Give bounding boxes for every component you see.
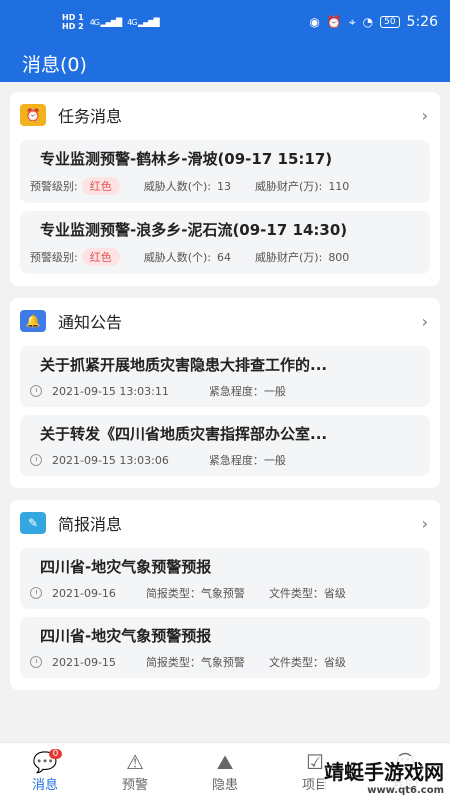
brief-date: 2021-09-15 — [52, 655, 116, 669]
message-list[interactable]: ⏰ 任务消息 › 专业监测预警-鹤林乡-滑坡(09-17 15:17) 预警级别… — [10, 92, 440, 742]
notice-item-title: 关于抓紧开展地质灾害隐患大排查工作的... — [40, 356, 328, 374]
task-message-title: 任务消息 — [58, 107, 123, 126]
clock-icon — [30, 587, 42, 599]
watermark: 靖蜓手游戏网 www.qt6.com — [324, 756, 444, 796]
signal-1: 4G ▂▄▆█ — [89, 17, 122, 27]
notice-time: 2021-09-15 13:03:06 — [52, 453, 169, 467]
property-label: 威胁财产(万): — [255, 251, 323, 264]
notice-item-meta: 2021-09-15 13:03:11 紧急程度：一般 — [30, 383, 420, 399]
hd2-label: HD 2 — [62, 22, 84, 31]
signal-2: 4G ▂▄▆█ — [127, 17, 159, 27]
page-title: 消息(0) — [22, 53, 87, 76]
brief-item-title: 四川省-地灾气象预警预报 — [40, 627, 212, 645]
status-left: HD 1 HD 2 4G ▂▄▆█ 4G ▂▄▆█ — [62, 13, 160, 31]
bottom-tab-bar: 💬 0 消息 ⚠ 预警 ⛰ 隐患 ☑ 项目 ☺ 我的 靖蜓手游戏网 www.qt… — [0, 742, 450, 800]
chevron-right-icon[interactable]: › — [422, 514, 428, 533]
location-icon: ⌖ — [348, 14, 356, 29]
file-type: 文件类型：省级 — [268, 587, 346, 600]
chevron-right-icon[interactable]: › — [422, 312, 428, 331]
urgency: 紧急程度：一般 — [208, 454, 286, 467]
level-badge: 红色 — [81, 248, 120, 266]
report-icon: ✎ — [20, 512, 46, 534]
wifi-icon: ◔ — [362, 15, 374, 29]
status-right: ◉ ⏰ ⌖ ◔ 50 5:26 — [309, 14, 438, 30]
file-type: 文件类型：省级 — [268, 656, 346, 669]
task-item-meta: 预警级别: 红色 威胁人数(个): 64 威胁财产(万): 800 — [30, 248, 420, 266]
brief-type: 简报类型：气象预警 — [145, 587, 245, 600]
hd1-label: HD 1 — [62, 13, 84, 22]
chevron-right-icon[interactable]: › — [422, 106, 428, 125]
notice-item[interactable]: 关于抓紧开展地质灾害隐患大排查工作的... 2021-09-15 13:03:1… — [20, 346, 430, 407]
message-badge: 0 — [48, 749, 63, 759]
task-message-card: ⏰ 任务消息 › 专业监测预警-鹤林乡-滑坡(09-17 15:17) 预警级别… — [10, 92, 440, 286]
task-item-title: 专业监测预警-浪多乡-泥石流(09-17 14:30) — [40, 221, 348, 239]
app-bar: 消息(0) — [0, 44, 450, 82]
brief-type: 简报类型：气象预警 — [145, 656, 245, 669]
task-item[interactable]: 专业监测预警-鹤林乡-滑坡(09-17 15:17) 预警级别: 红色 威胁人数… — [20, 140, 430, 203]
brief-date: 2021-09-16 — [52, 586, 116, 600]
brief-item-title: 四川省-地灾气象预警预报 — [40, 558, 212, 576]
clock-icon — [30, 454, 42, 466]
level-badge: 红色 — [81, 177, 120, 195]
notice-title: 通知公告 — [58, 313, 123, 332]
watermark-url: www.qt6.com — [367, 785, 444, 796]
level-label: 预警级别: — [30, 180, 78, 193]
alarm-icon: ⏰ — [326, 15, 342, 29]
notice-card: 🔔 通知公告 › 关于抓紧开展地质灾害隐患大排查工作的... 2021-09-1… — [10, 298, 440, 488]
urgency: 紧急程度：一般 — [208, 385, 286, 398]
bell-icon: 🔔 — [20, 310, 46, 332]
notice-header[interactable]: 🔔 通知公告 › — [20, 304, 430, 338]
brief-card: ✎ 简报消息 › 四川省-地灾气象预警预报 2021-09-16 简报类型：气象… — [10, 500, 440, 690]
notice-item-title: 关于转发《四川省地质灾害指挥部办公室... — [40, 425, 328, 443]
people-value: 13 — [217, 179, 232, 193]
clock-icon — [30, 656, 42, 668]
tab-warning[interactable]: ⚠ 预警 — [90, 743, 180, 800]
brief-item-meta: 2021-09-15 简报类型：气象预警 文件类型：省级 — [30, 654, 420, 670]
task-message-header[interactable]: ⏰ 任务消息 › — [20, 98, 430, 132]
tab-messages[interactable]: 💬 0 消息 — [0, 743, 90, 800]
alarm-clock-icon: ⏰ — [20, 104, 46, 126]
landslide-icon: ⛰ — [216, 750, 234, 774]
task-item[interactable]: 专业监测预警-浪多乡-泥石流(09-17 14:30) 预警级别: 红色 威胁人… — [20, 211, 430, 274]
property-value: 110 — [328, 179, 350, 193]
notice-item[interactable]: 关于转发《四川省地质灾害指挥部办公室... 2021-09-15 13:03:0… — [20, 415, 430, 476]
eye-icon: ◉ — [309, 15, 320, 29]
people-label: 威胁人数(个): — [143, 180, 212, 193]
property-value: 800 — [328, 250, 350, 264]
tab-label: 隐患 — [211, 778, 238, 793]
tab-hazard[interactable]: ⛰ 隐患 — [180, 743, 270, 800]
status-bar: HD 1 HD 2 4G ▂▄▆█ 4G ▂▄▆█ ◉ ⏰ ⌖ ◔ 50 5:2… — [0, 0, 450, 44]
clock-icon — [30, 385, 42, 397]
battery-indicator: 50 — [380, 16, 400, 28]
warning-icon: ⚠ — [126, 750, 144, 774]
brief-title: 简报消息 — [58, 515, 123, 534]
task-item-title: 专业监测预警-鹤林乡-滑坡(09-17 15:17) — [40, 150, 333, 168]
brief-item[interactable]: 四川省-地灾气象预警预报 2021-09-16 简报类型：气象预警 文件类型：省… — [20, 548, 430, 609]
status-time: 5:26 — [406, 14, 438, 30]
tab-label: 消息 — [31, 778, 58, 793]
brief-item[interactable]: 四川省-地灾气象预警预报 2021-09-15 简报类型：气象预警 文件类型：省… — [20, 617, 430, 678]
people-value: 64 — [217, 250, 232, 264]
notice-time: 2021-09-15 13:03:11 — [52, 384, 169, 398]
people-label: 威胁人数(个): — [143, 251, 212, 264]
brief-item-meta: 2021-09-16 简报类型：气象预警 文件类型：省级 — [30, 585, 420, 601]
notice-item-meta: 2021-09-15 13:03:06 紧急程度：一般 — [30, 452, 420, 468]
project-icon: ☑ — [306, 750, 324, 774]
tab-label: 预警 — [121, 778, 148, 793]
brief-header[interactable]: ✎ 简报消息 › — [20, 506, 430, 540]
watermark-text: 靖蜓手游戏网 — [324, 760, 444, 784]
task-item-meta: 预警级别: 红色 威胁人数(个): 13 威胁财产(万): 110 — [30, 177, 420, 195]
level-label: 预警级别: — [30, 251, 78, 264]
property-label: 威胁财产(万): — [255, 180, 323, 193]
